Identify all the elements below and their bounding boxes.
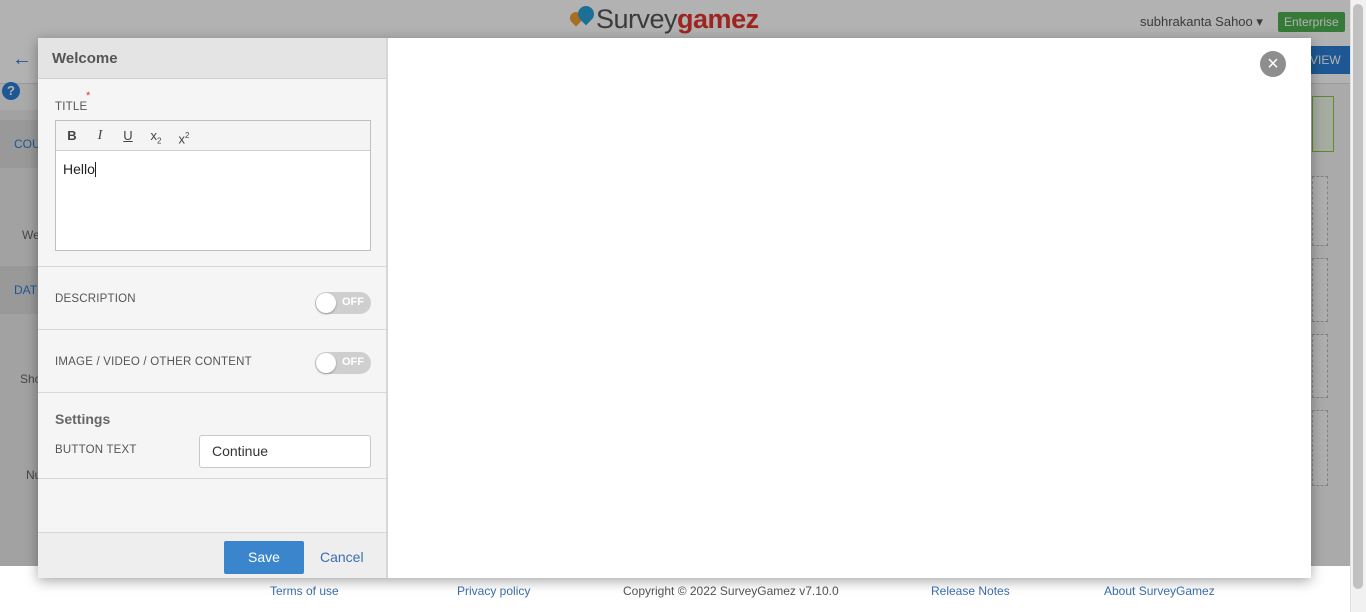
editor-footer: Save Cancel (38, 532, 386, 578)
media-toggle[interactable]: OFF (315, 352, 371, 374)
welcome-modal: Welcome TITLE * B I U x2 x2 Hello DESCRI… (38, 38, 1311, 578)
media-section: IMAGE / VIDEO / OTHER CONTENT OFF (38, 330, 386, 393)
toggle-state: OFF (342, 356, 364, 368)
settings-heading: Settings (55, 411, 111, 427)
button-text-input[interactable]: Continue (199, 435, 371, 468)
underline-button[interactable]: U (116, 125, 140, 147)
privacy-link[interactable]: Privacy policy (457, 584, 530, 598)
required-mark: * (86, 90, 91, 102)
preview-area (390, 38, 1311, 578)
modal-title: Welcome (38, 38, 386, 79)
text-cursor (94, 162, 96, 177)
editor-panel: Welcome TITLE * B I U x2 x2 Hello DESCRI… (38, 38, 388, 578)
italic-button[interactable]: I (88, 125, 112, 147)
about-link[interactable]: About SurveyGamez (1104, 584, 1215, 598)
scrollbar-thumb[interactable] (1353, 4, 1363, 589)
superscript-mark: 2 (185, 130, 190, 140)
rte-toolbar: B I U x2 x2 (56, 121, 370, 151)
cancel-button[interactable]: Cancel (320, 549, 364, 565)
bold-button[interactable]: B (60, 125, 84, 147)
save-button[interactable]: Save (224, 541, 304, 574)
button-text-label: BUTTON TEXT (55, 444, 137, 456)
description-toggle[interactable]: OFF (315, 292, 371, 314)
toggle-knob (316, 353, 336, 373)
description-section: DESCRIPTION OFF (38, 267, 386, 330)
terms-link[interactable]: Terms of use (270, 584, 339, 598)
title-rich-text-editor: B I U x2 x2 Hello (55, 120, 371, 251)
superscript-button[interactable]: x2 (172, 125, 196, 147)
copyright-text: Copyright © 2022 SurveyGamez v7.10.0 (623, 584, 839, 598)
title-input[interactable]: Hello (56, 151, 370, 187)
toggle-state: OFF (342, 296, 364, 308)
subscript-mark: 2 (157, 136, 162, 146)
subscript-button[interactable]: x2 (144, 125, 168, 147)
release-notes-link[interactable]: Release Notes (931, 584, 1010, 598)
title-value: Hello (63, 161, 95, 177)
close-icon[interactable]: × (1260, 51, 1286, 77)
title-label: TITLE (55, 101, 88, 113)
media-label: IMAGE / VIDEO / OTHER CONTENT (55, 356, 252, 368)
description-label: DESCRIPTION (55, 293, 136, 305)
toggle-knob (316, 293, 336, 313)
